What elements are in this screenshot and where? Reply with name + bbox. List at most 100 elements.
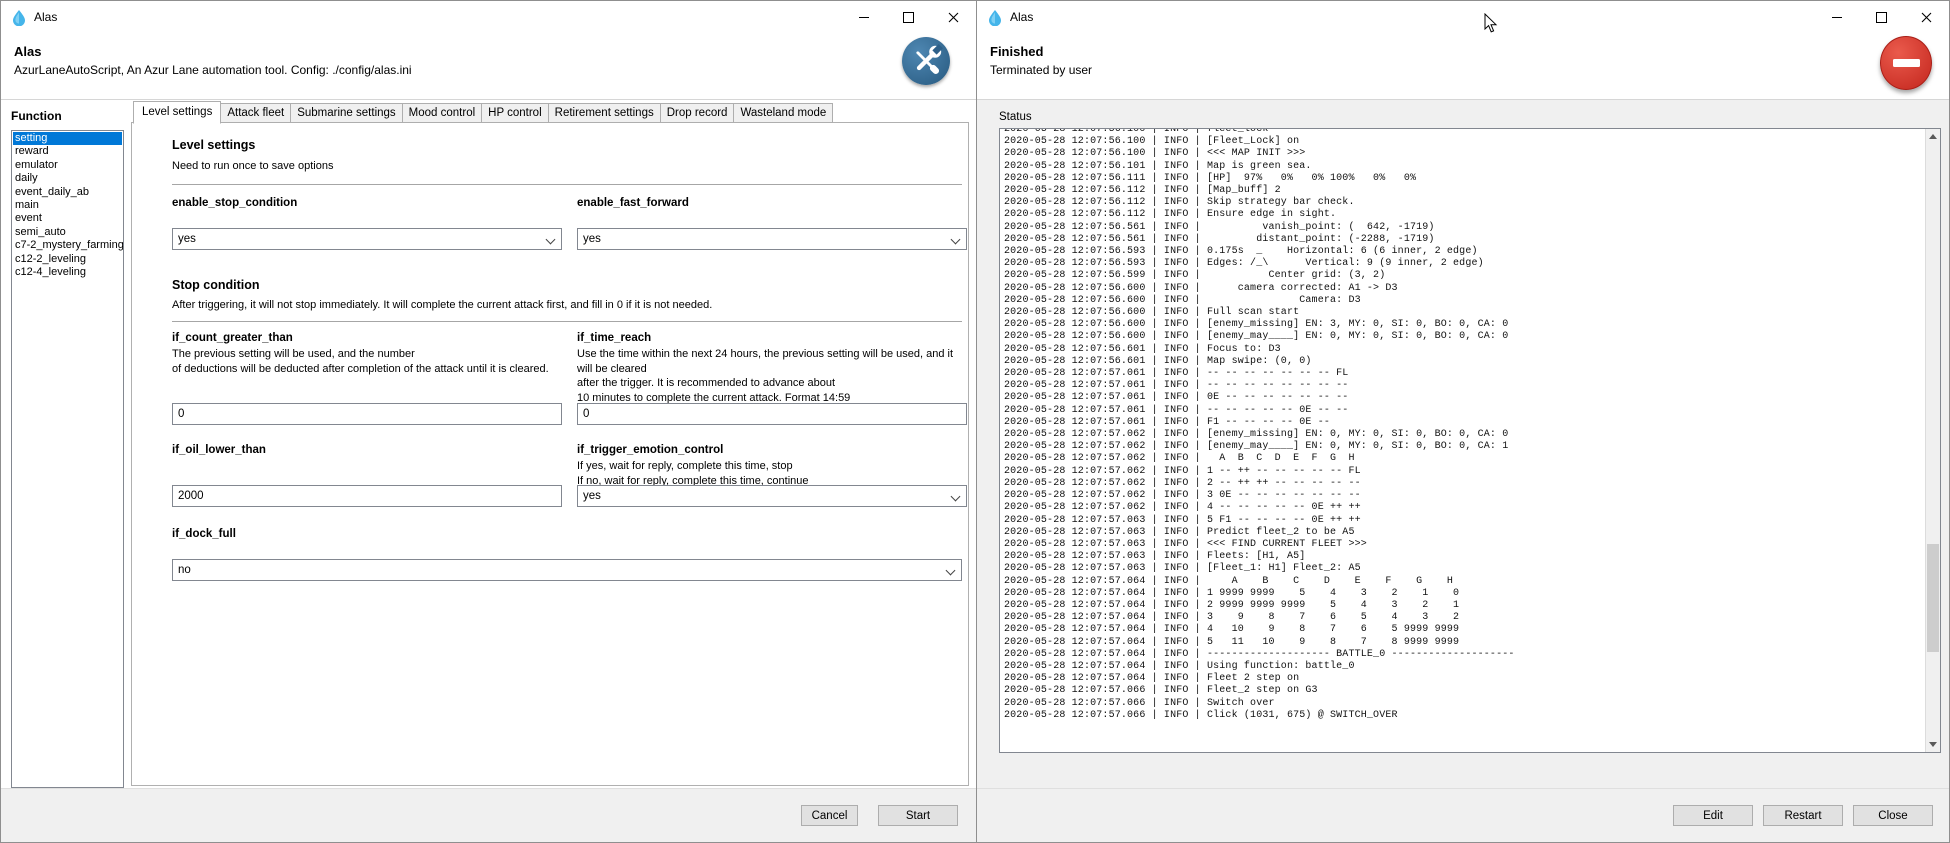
function-list-item[interactable]: setting bbox=[13, 132, 122, 145]
tab[interactable]: Mood control bbox=[402, 103, 482, 123]
close-icon bbox=[948, 12, 959, 23]
run-status-title: Finished bbox=[990, 44, 1935, 59]
tab[interactable]: Attack fleet bbox=[220, 103, 291, 123]
tab[interactable]: Submarine settings bbox=[290, 103, 402, 123]
log-line: 2020-05-28 12:07:57.066 | INFO | Click (… bbox=[1004, 710, 1924, 722]
chevron-down-icon bbox=[951, 235, 961, 245]
log-line: 2020-05-28 12:07:56.112 | INFO | [Map_bu… bbox=[1004, 185, 1924, 197]
close-button[interactable] bbox=[1904, 1, 1949, 33]
status-label: Status bbox=[999, 111, 1032, 123]
log-line: 2020-05-28 12:07:56.100 | INFO | <<< MAP… bbox=[1004, 148, 1924, 160]
function-list-item[interactable]: c7-2_mystery_farming bbox=[13, 239, 122, 252]
log-line: 2020-05-28 12:07:57.064 | INFO | Fleet 2… bbox=[1004, 673, 1924, 685]
log-line: 2020-05-28 12:07:57.066 | INFO | Fleet_2… bbox=[1004, 685, 1924, 697]
edit-button[interactable]: Edit bbox=[1673, 805, 1753, 826]
config-header: Alas AzurLaneAutoScript, An Azur Lane au… bbox=[1, 33, 976, 100]
if-oil-lower-than-input[interactable] bbox=[172, 485, 562, 507]
caption-buttons bbox=[1814, 1, 1949, 33]
log-line: 2020-05-28 12:07:57.062 | INFO | A B C D… bbox=[1004, 453, 1924, 465]
log-output[interactable]: 2020-05-28 12:07:56.100 | INFO | fleet_l… bbox=[999, 128, 1941, 753]
log-line: 2020-05-28 12:07:57.064 | INFO | 4 10 9 … bbox=[1004, 624, 1924, 636]
minimize-button[interactable] bbox=[841, 1, 886, 33]
function-list-item[interactable]: c12-4_leveling bbox=[13, 266, 122, 279]
stop-sign-icon bbox=[1880, 36, 1932, 90]
settings-main: Level settingsAttack fleetSubmarine sett… bbox=[131, 100, 976, 788]
minimize-button[interactable] bbox=[1814, 1, 1859, 33]
maximize-icon bbox=[1876, 12, 1887, 23]
close-button[interactable] bbox=[931, 1, 976, 33]
alas-logo-icon bbox=[986, 9, 1003, 26]
titlebar[interactable]: Alas bbox=[977, 1, 1949, 33]
tab[interactable]: Wasteland mode bbox=[733, 103, 833, 123]
tab-panel-level-settings: Level settings Need to run once to save … bbox=[131, 122, 969, 786]
if-dock-full-select[interactable]: no bbox=[172, 559, 962, 581]
caption-buttons bbox=[841, 1, 976, 33]
tab[interactable]: Drop record bbox=[660, 103, 735, 123]
enable-fast-forward-select[interactable]: yes bbox=[577, 228, 967, 250]
tab[interactable]: Level settings bbox=[133, 101, 221, 124]
log-line: 2020-05-28 12:07:57.063 | INFO | Fleets:… bbox=[1004, 551, 1924, 563]
log-line: 2020-05-28 12:07:57.066 | INFO | Switch … bbox=[1004, 698, 1924, 710]
screen: Alas Alas AzurLaneAutoScript, An Azur La… bbox=[0, 0, 1950, 843]
log-scrollbar[interactable] bbox=[1925, 129, 1940, 752]
config-subtitle: AzurLaneAutoScript, An Azur Lane automat… bbox=[14, 63, 962, 77]
log-line: 2020-05-28 12:07:57.062 | INFO | 1 -- ++… bbox=[1004, 466, 1924, 478]
titlebar[interactable]: Alas bbox=[1, 1, 976, 33]
scroll-down-icon[interactable] bbox=[1929, 742, 1937, 747]
tab[interactable]: Retirement settings bbox=[548, 103, 661, 123]
function-list-item[interactable]: reward bbox=[13, 145, 122, 158]
tab[interactable]: HP control bbox=[481, 103, 548, 123]
scroll-up-icon[interactable] bbox=[1929, 134, 1937, 139]
log-line: 2020-05-28 12:07:57.064 | INFO | 5 11 10… bbox=[1004, 637, 1924, 649]
log-line: 2020-05-28 12:07:56.101 | INFO | Map is … bbox=[1004, 161, 1924, 173]
function-list-item[interactable]: c12-2_leveling bbox=[13, 253, 122, 266]
log-line: 2020-05-28 12:07:57.061 | INFO | F1 -- -… bbox=[1004, 417, 1924, 429]
log-line: 2020-05-28 12:07:57.064 | INFO | A B C D… bbox=[1004, 576, 1924, 588]
function-list[interactable]: settingrewardemulatordailyevent_daily_ab… bbox=[11, 130, 124, 788]
log-line: 2020-05-28 12:07:56.561 | INFO | vanish_… bbox=[1004, 222, 1924, 234]
log-line: 2020-05-28 12:07:56.112 | INFO | Skip st… bbox=[1004, 197, 1924, 209]
function-list-item[interactable]: semi_auto bbox=[13, 226, 122, 239]
field-desc-if-trigger-emotion-control: If yes, wait for reply, complete this ti… bbox=[577, 459, 969, 488]
maximize-button[interactable] bbox=[1859, 1, 1904, 33]
maximize-button[interactable] bbox=[886, 1, 931, 33]
log-line: 2020-05-28 12:07:57.061 | INFO | 0E -- -… bbox=[1004, 392, 1924, 404]
log-line: 2020-05-28 12:07:56.112 | INFO | Ensure … bbox=[1004, 209, 1924, 221]
cancel-button[interactable]: Cancel bbox=[801, 805, 858, 826]
function-list-item[interactable]: event bbox=[13, 212, 122, 225]
tabstrip[interactable]: Level settingsAttack fleetSubmarine sett… bbox=[133, 100, 832, 123]
field-label-enable-stop-condition: enable_stop_condition bbox=[172, 197, 297, 209]
window-title: Alas bbox=[1010, 10, 1033, 24]
field-label-if-trigger-emotion-control: if_trigger_emotion_control bbox=[577, 444, 723, 456]
log-line: 2020-05-28 12:07:56.100 | INFO | fleet_l… bbox=[1004, 128, 1924, 136]
if-count-greater-than-input[interactable] bbox=[172, 403, 562, 425]
minimize-icon bbox=[1832, 17, 1842, 18]
log-line: 2020-05-28 12:07:56.600 | INFO | [enemy_… bbox=[1004, 319, 1924, 331]
function-list-item[interactable]: emulator bbox=[13, 159, 122, 172]
scrollbar-thumb[interactable] bbox=[1927, 544, 1939, 652]
if-time-reach-input[interactable] bbox=[577, 403, 967, 425]
log-line: 2020-05-28 12:07:56.600 | INFO | Full sc… bbox=[1004, 307, 1924, 319]
function-list-item[interactable]: event_daily_ab bbox=[13, 186, 122, 199]
log-line: 2020-05-28 12:07:56.601 | INFO | Focus t… bbox=[1004, 344, 1924, 356]
field-label-if-time-reach: if_time_reach bbox=[577, 332, 651, 344]
field-label-if-oil-lower-than: if_oil_lower_than bbox=[172, 444, 266, 456]
log-lines: 2020-05-28 12:07:56.100 | INFO | fleet_l… bbox=[1004, 128, 1924, 722]
window-alas-config: Alas Alas AzurLaneAutoScript, An Azur La… bbox=[0, 0, 977, 843]
enable-stop-condition-select[interactable]: yes bbox=[172, 228, 562, 250]
stop-condition-note: After triggering, it will not stop immed… bbox=[172, 299, 712, 311]
close-run-button[interactable]: Close bbox=[1853, 805, 1933, 826]
log-line: 2020-05-28 12:07:57.062 | INFO | [enemy_… bbox=[1004, 441, 1924, 453]
function-list-item[interactable]: main bbox=[13, 199, 122, 212]
log-line: 2020-05-28 12:07:56.600 | INFO | camera … bbox=[1004, 283, 1924, 295]
start-button[interactable]: Start bbox=[878, 805, 958, 826]
field-label-if-count-greater-than: if_count_greater_than bbox=[172, 332, 293, 344]
function-list-item[interactable]: daily bbox=[13, 172, 122, 185]
chevron-down-icon bbox=[546, 235, 556, 245]
restart-button[interactable]: Restart bbox=[1763, 805, 1843, 826]
window-alas-log: Alas Finished Terminated by user Status bbox=[976, 0, 1950, 843]
log-line: 2020-05-28 12:07:56.100 | INFO | [Fleet_… bbox=[1004, 136, 1924, 148]
log-footer-buttons: Edit Restart Close bbox=[1673, 805, 1933, 826]
if-trigger-emotion-control-select[interactable]: yes bbox=[577, 485, 967, 507]
stop-condition-heading: Stop condition bbox=[172, 278, 259, 292]
